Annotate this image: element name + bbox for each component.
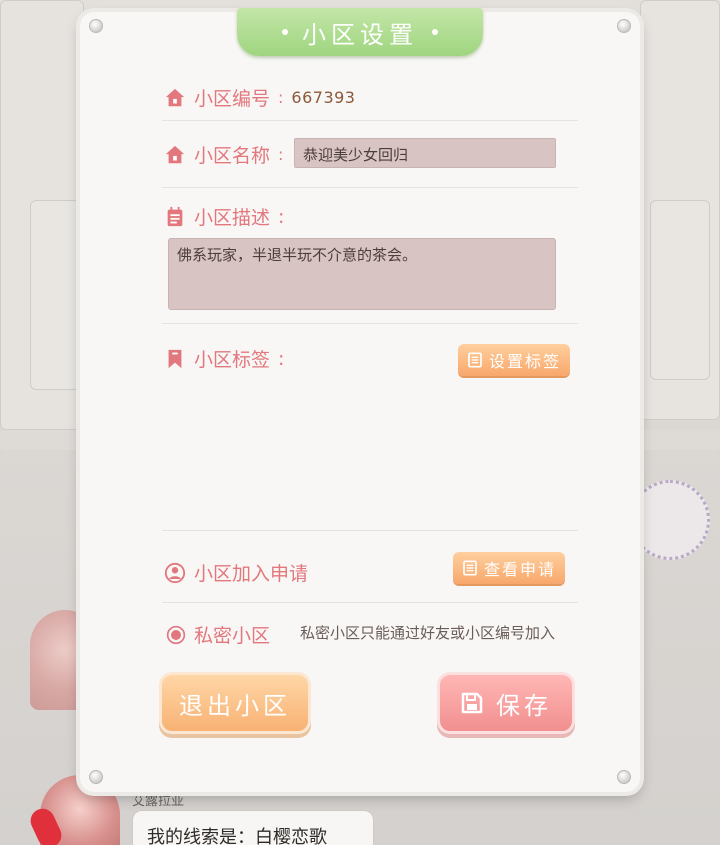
list-icon (463, 560, 477, 576)
title-dot (282, 29, 288, 35)
view-requests-button[interactable]: 查看申请 (453, 552, 565, 584)
background-decoration (630, 480, 710, 560)
screw-decoration (617, 770, 631, 784)
community-settings-dialog: 小区设置 小区编号 : 667393 小区名称 : 恭迎美少女回归 小区描述:… (80, 8, 640, 792)
community-tags-label: 小区标签 (194, 349, 271, 371)
divider (162, 187, 578, 188)
community-name-input[interactable]: 恭迎美少女回归 (294, 138, 556, 168)
screw-decoration (89, 19, 103, 33)
chat-message-bubble: 我的线索是：白樱恋歌 (132, 810, 374, 845)
community-tags-colon: : (278, 347, 285, 370)
title-dot (432, 29, 438, 35)
user-icon (164, 562, 186, 583)
divider (162, 323, 578, 324)
save-button[interactable]: 保存 (440, 675, 572, 731)
list-icon (468, 352, 482, 368)
tags-area (162, 397, 578, 527)
exit-community-button[interactable]: 退出小区 (162, 675, 308, 731)
community-desc-input[interactable]: 佛系玩家，半退半玩不介意的茶会。 (168, 238, 556, 310)
community-id-colon: : (278, 88, 284, 107)
house-icon (165, 145, 185, 163)
save-label: 保存 (496, 691, 552, 720)
community-id-label: 小区编号 (194, 88, 271, 110)
community-desc-label: 小区描述 (194, 207, 271, 229)
community-name-row: 小区名称 : (164, 141, 283, 168)
set-tags-label: 设置标签 (488, 352, 561, 371)
floppy-disk-icon (461, 692, 483, 714)
community-id-row: 小区编号 : 667393 (164, 84, 355, 111)
set-tags-button[interactable]: 设置标签 (458, 344, 570, 376)
community-name-colon: : (278, 145, 284, 164)
radio-icon[interactable] (166, 625, 186, 645)
community-id-value: 667393 (291, 88, 356, 107)
background-furniture-right (650, 200, 710, 380)
community-name-label: 小区名称 (194, 145, 271, 167)
join-requests-row: 小区加入申请 (164, 559, 308, 586)
notepad-icon (167, 206, 183, 226)
bookmark-icon (168, 349, 182, 368)
exit-community-label: 退出小区 (179, 691, 291, 720)
community-desc-row: 小区描述 : (164, 203, 284, 230)
dialog-title-tab: 小区设置 (237, 8, 483, 56)
join-requests-label: 小区加入申请 (194, 563, 309, 585)
private-community-toggle[interactable]: 私密小区 (166, 621, 270, 648)
view-requests-label: 查看申请 (483, 560, 556, 579)
divider (162, 530, 578, 531)
divider (162, 602, 578, 603)
private-community-label: 私密小区 (194, 625, 271, 647)
background-furniture-left (30, 200, 80, 390)
community-desc-colon: : (278, 205, 285, 228)
private-community-description: 私密小区只能通过好友或小区编号加入 (300, 624, 556, 642)
community-tags-row: 小区标签 : (164, 345, 284, 372)
chat-sender-name: 艾露拉亚 (132, 794, 185, 809)
screw-decoration (89, 770, 103, 784)
divider (162, 120, 578, 121)
screw-decoration (617, 19, 631, 33)
house-icon (165, 88, 185, 106)
dialog-title: 小区设置 (302, 20, 418, 49)
